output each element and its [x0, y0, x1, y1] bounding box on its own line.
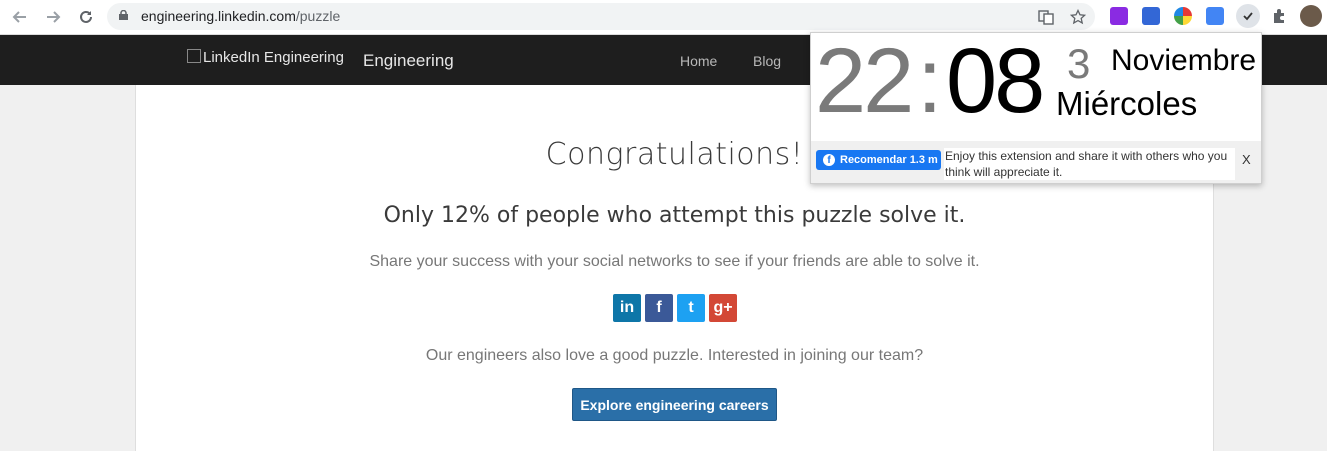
nav-link-blog[interactable]: Blog [753, 53, 781, 69]
reload-button[interactable] [75, 6, 97, 28]
clock-hour: 22 [815, 30, 914, 132]
facebook-icon: f [823, 154, 835, 166]
back-button[interactable] [9, 6, 31, 28]
color-picker-extension-icon[interactable] [1174, 7, 1192, 25]
clock-weekday: Miércoles [1056, 85, 1198, 122]
twitter-share-icon[interactable]: t [677, 294, 705, 322]
popup-footer: f Recomendar 1.3 m Enjoy this extension … [811, 141, 1261, 183]
explore-careers-button[interactable]: Explore engineering careers [572, 388, 777, 421]
forward-arrow-icon [47, 11, 61, 23]
linkedin-share-icon[interactable]: in [613, 294, 641, 322]
rp-extension-icon[interactable] [1110, 7, 1128, 25]
profile-avatar[interactable] [1300, 5, 1322, 27]
facebook-share-icon[interactable]: f [645, 294, 673, 322]
clock-extension-icon[interactable] [1236, 4, 1260, 28]
share-extension-message: Enjoy this extension and share it with o… [944, 148, 1235, 180]
brand-title[interactable]: Engineering [363, 51, 454, 71]
address-bar[interactable]: engineering.linkedin.com/puzzle [107, 3, 1095, 30]
broken-image-icon [187, 49, 201, 63]
clock-day: 3 [1067, 40, 1091, 87]
calendar-extension-icon[interactable] [1142, 7, 1160, 25]
back-arrow-icon [12, 11, 26, 23]
google-plus-share-icon[interactable]: g+ [709, 294, 737, 322]
lock-icon [119, 10, 128, 20]
google-translate-extension-icon[interactable] [1206, 7, 1224, 25]
reload-icon [80, 10, 92, 23]
clock-minute: 08 [946, 30, 1045, 132]
translate-icon[interactable] [1037, 8, 1055, 26]
bookmark-star-icon[interactable] [1069, 8, 1087, 26]
clock-colon: : [917, 30, 943, 132]
share-prompt: Share your success with your social netw… [369, 253, 980, 270]
facebook-recommend-button[interactable]: f Recomendar 1.3 m [816, 150, 941, 170]
nav-link-home[interactable]: Home [680, 53, 717, 69]
extensions-puzzle-icon[interactable] [1270, 7, 1288, 25]
check-icon [1243, 12, 1253, 21]
clock-extension-popup: 22 : 08 3 Noviembre Miércoles f Recomend… [810, 32, 1262, 184]
facebook-recommend-label: Recomendar 1.3 m [840, 154, 938, 166]
puzzle-stat-subtitle: Only 12% of people who attempt this puzz… [383, 203, 966, 228]
close-popup-button[interactable]: X [1242, 152, 1251, 167]
browser-toolbar: engineering.linkedin.com/puzzle [0, 0, 1327, 35]
linkedin-engineering-logo[interactable]: LinkedIn Engineering [187, 49, 344, 66]
join-team-text: Our engineers also love a good puzzle. I… [425, 347, 924, 364]
url-text: engineering.linkedin.com/puzzle [141, 8, 341, 24]
forward-button[interactable] [42, 6, 64, 28]
clock-month: Noviembre [1111, 44, 1257, 77]
